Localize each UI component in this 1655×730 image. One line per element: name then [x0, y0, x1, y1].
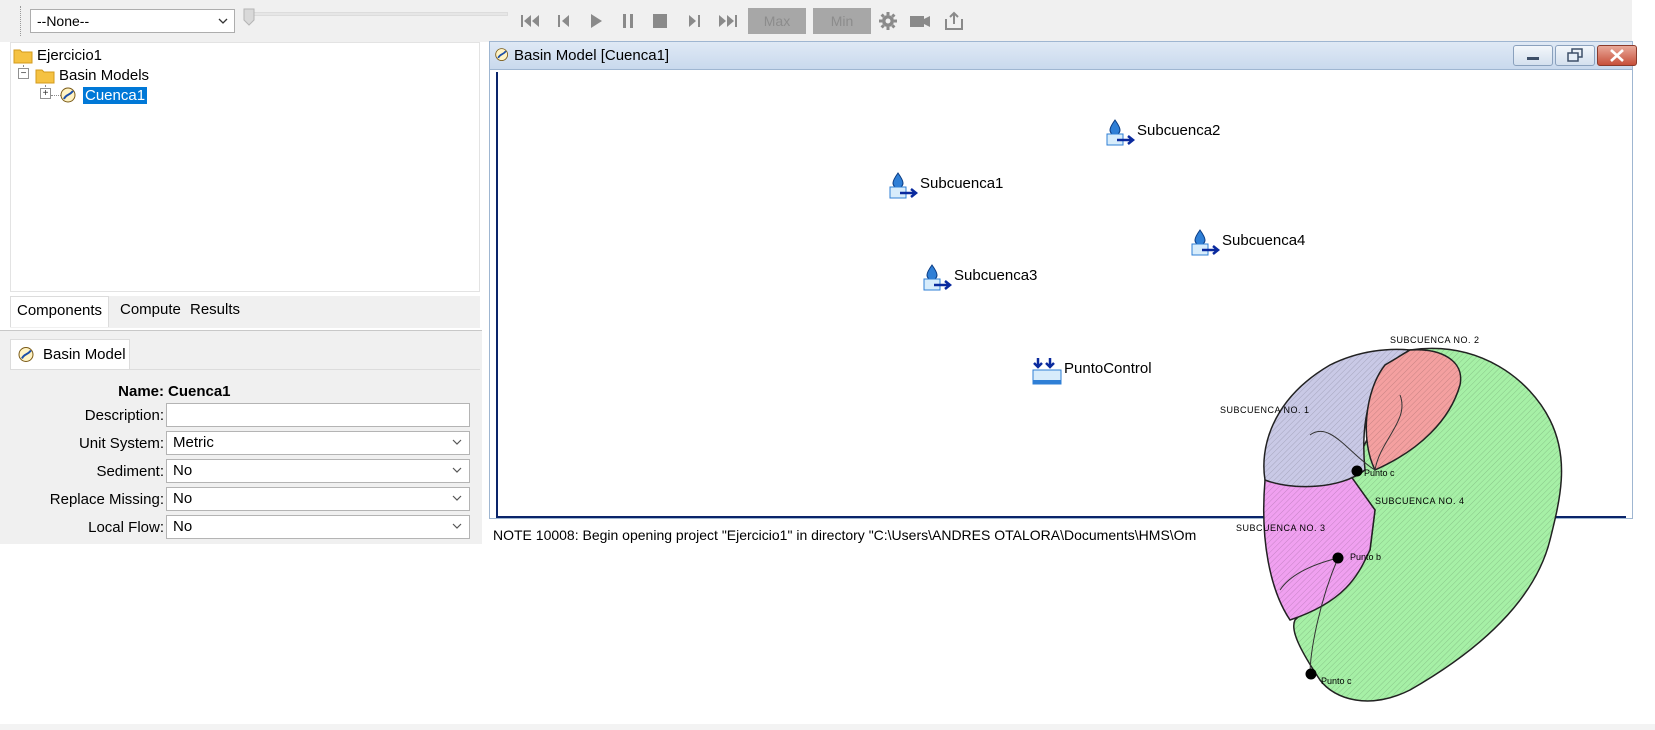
- name-label: Name:: [118, 383, 164, 400]
- toolbar: --None-- Max Min: [0, 0, 1632, 42]
- basin-model-icon: [495, 48, 509, 61]
- sketch-label-sub2: SUBCUENCA NO. 2: [1390, 335, 1480, 345]
- replace-missing-select[interactable]: No: [166, 487, 470, 511]
- pause-icon[interactable]: [616, 10, 640, 32]
- description-input[interactable]: [166, 403, 470, 427]
- min-button[interactable]: Min: [813, 8, 871, 34]
- watershed-sketch: SUBCUENCA NO. 2 SUBCUENCA NO. 1 SUBCUENC…: [1220, 335, 1655, 730]
- tree-item-label: Ejercicio1: [37, 46, 103, 64]
- chevron-down-icon: [452, 523, 462, 529]
- message-text: NOTE 10008: Begin opening project "Ejerc…: [493, 527, 1197, 543]
- local-flow-label: Local Flow:: [88, 519, 164, 536]
- local-flow-select[interactable]: No: [166, 515, 470, 539]
- window-title: Basin Model [Cuenca1]: [514, 47, 670, 64]
- collapse-icon[interactable]: −: [18, 68, 29, 79]
- folder-icon: [13, 49, 33, 63]
- max-button[interactable]: Max: [748, 8, 806, 34]
- tab-results[interactable]: Results: [184, 296, 246, 324]
- element-label: Subcuenca3: [954, 267, 1038, 284]
- sketch-point-label: Punto c: [1364, 468, 1395, 478]
- junction-element[interactable]: PuntoControl: [1030, 356, 1152, 388]
- sketch-label-sub1: SUBCUENCA NO. 1: [1220, 405, 1310, 415]
- run-select-value: --None--: [37, 13, 90, 29]
- element-label: Subcuenca2: [1137, 122, 1221, 139]
- description-label: Description:: [84, 407, 164, 424]
- tab-compute[interactable]: Compute: [114, 296, 187, 324]
- element-label: Subcuenca1: [920, 175, 1004, 192]
- properties-form: Name: Cuenca1 Description: Unit System: …: [10, 369, 480, 544]
- properties-pane: Basin Model Name: Cuenca1 Description: U…: [0, 330, 482, 544]
- camera-icon[interactable]: [908, 10, 932, 32]
- outlet-point: [1351, 465, 1363, 477]
- chevron-down-icon: [452, 439, 462, 445]
- properties-tab[interactable]: Basin Model: [10, 339, 130, 369]
- rewind-start-icon[interactable]: [518, 10, 542, 32]
- unit-system-label: Unit System:: [78, 435, 164, 452]
- expand-icon[interactable]: +: [40, 88, 51, 99]
- watershed-drawing: [1262, 347, 1563, 702]
- explorer-tabs: Components Compute Results: [10, 296, 480, 328]
- minimize-button[interactable]: [1513, 45, 1553, 66]
- properties-tab-label: Basin Model: [43, 346, 126, 363]
- close-button[interactable]: [1597, 45, 1637, 66]
- restore-button[interactable]: [1555, 45, 1595, 66]
- name-value: Cuenca1: [168, 383, 231, 400]
- sediment-label: Sediment:: [96, 463, 164, 480]
- unit-system-value: Metric: [173, 434, 214, 451]
- close-icon: [1610, 49, 1624, 62]
- sketch-point-label: Punto b: [1350, 552, 1382, 562]
- unit-system-select[interactable]: Metric: [166, 431, 470, 455]
- time-slider-thumb[interactable]: [243, 8, 255, 26]
- restore-icon: [1567, 48, 1583, 62]
- play-icon[interactable]: [584, 10, 608, 32]
- basin-model-icon: [60, 87, 76, 102]
- minimize-icon: [1527, 57, 1539, 60]
- tree-item-basin[interactable]: Cuenca1: [59, 85, 148, 105]
- sediment-select[interactable]: No: [166, 459, 470, 483]
- step-back-icon[interactable]: [552, 10, 576, 32]
- toolbar-grip: [20, 6, 22, 36]
- subbasin-element[interactable]: Subcuenca4: [1188, 228, 1305, 258]
- subbasin-element[interactable]: Subcuenca1: [886, 171, 1003, 201]
- subbasin-element[interactable]: Subcuenca2: [1103, 118, 1220, 148]
- gear-icon[interactable]: [876, 10, 900, 32]
- junction-icon: [1032, 358, 1062, 385]
- tree-item-basin-models[interactable]: Basin Models: [35, 65, 149, 85]
- replace-missing-value: No: [173, 490, 193, 507]
- replace-missing-label: Replace Missing:: [49, 491, 164, 508]
- basin-model-icon: [18, 346, 34, 362]
- tree-item-label: Cuenca1: [83, 86, 148, 104]
- subbasin-icon: [1191, 229, 1221, 256]
- stop-icon[interactable]: [648, 10, 672, 32]
- time-slider[interactable]: [246, 12, 508, 16]
- tree-item-label: Basin Models: [59, 66, 150, 84]
- sketch-label-sub4: SUBCUENCA NO. 4: [1375, 496, 1465, 506]
- sediment-value: No: [173, 462, 193, 479]
- step-forward-icon[interactable]: [682, 10, 706, 32]
- chevron-down-icon: [452, 495, 462, 501]
- folder-icon: [35, 69, 55, 83]
- local-flow-value: No: [173, 518, 193, 535]
- sketch-point-label: Punto c: [1321, 676, 1352, 686]
- outlet-point: [1332, 552, 1344, 564]
- outlet-point: [1305, 668, 1317, 680]
- window-titlebar[interactable]: Basin Model [Cuenca1]: [490, 42, 1637, 70]
- chevron-down-icon: [218, 18, 228, 24]
- subbasin-icon: [889, 172, 919, 199]
- export-icon[interactable]: [942, 10, 966, 32]
- subbasin-icon: [923, 264, 953, 291]
- element-label: Subcuenca4: [1222, 232, 1306, 249]
- project-tree: Ejercicio1 − Basin Models + Cuenca1: [10, 42, 480, 292]
- chevron-down-icon: [452, 467, 462, 473]
- sketch-label-sub3: SUBCUENCA NO. 3: [1236, 523, 1326, 533]
- subbasin-icon: [1106, 119, 1136, 146]
- tab-components[interactable]: Components: [10, 296, 110, 327]
- fast-forward-end-icon[interactable]: [716, 10, 740, 32]
- element-label: PuntoControl: [1064, 360, 1152, 377]
- run-select[interactable]: --None--: [30, 9, 235, 33]
- subbasin-element[interactable]: Subcuenca3: [920, 263, 1037, 293]
- tree-item-project[interactable]: Ejercicio1: [13, 45, 102, 65]
